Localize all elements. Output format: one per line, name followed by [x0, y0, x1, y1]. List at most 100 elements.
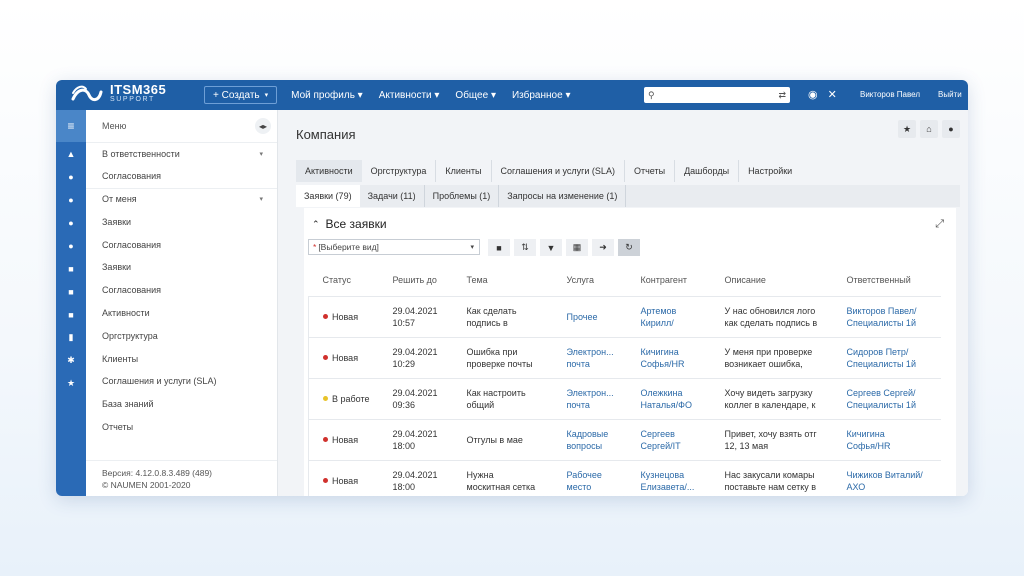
- users-icon[interactable]: ●: [56, 165, 86, 188]
- responsible-link[interactable]: Сидоров Петр/Специалисты 1й: [832, 336, 941, 378]
- column-header[interactable]: Описание: [711, 264, 833, 296]
- responsible-link[interactable]: Кичигина Софья/HR: [832, 418, 941, 460]
- side-menu-item[interactable]: Клиенты: [86, 347, 277, 370]
- logout-link[interactable]: Выйти: [938, 90, 962, 99]
- table-row[interactable]: Новая 29.04.2021 10:29 Ошибка при проверке п…: [308, 336, 941, 378]
- agent-link[interactable]: Сергеев Сергей/IT: [626, 418, 711, 460]
- agent-link[interactable]: Артемов Кирилл/: [626, 295, 711, 337]
- side-menu-item[interactable]: Отчеты: [86, 416, 277, 439]
- table-row[interactable]: Новая 29.04.2021 18:00 Отгулы в мае Кадровые…: [308, 418, 941, 460]
- tab-dashboards[interactable]: Дашборды: [675, 160, 740, 182]
- document-icon[interactable]: ■: [56, 280, 86, 303]
- eye-icon[interactable]: ◉: [808, 88, 818, 101]
- tab-clients[interactable]: Клиенты: [436, 160, 492, 182]
- tab-settings[interactable]: Настройки: [739, 160, 801, 182]
- menu-favorites[interactable]: Избранное ▾: [512, 90, 571, 101]
- main-content: Компания ★ ⌂ ● Активности Оргструктура К…: [278, 110, 968, 496]
- table-row[interactable]: Новая 29.04.2021 18:00 Нужна москитная сетка…: [308, 459, 941, 496]
- topic-cell[interactable]: Как настроить общий: [452, 377, 553, 419]
- tab-org-structure[interactable]: Оргструктура: [362, 160, 437, 182]
- column-header[interactable]: Услуга: [553, 264, 627, 296]
- side-menu-item[interactable]: Оргструктура: [86, 324, 277, 347]
- home-icon[interactable]: ⌂: [920, 120, 938, 138]
- expand-icon[interactable]: ⤢: [935, 218, 944, 231]
- document-icon[interactable]: ■: [56, 257, 86, 280]
- chevron-up-icon[interactable]: ⌃: [312, 219, 320, 230]
- topic-cell[interactable]: Как сделать подпись в: [452, 295, 553, 337]
- agent-link[interactable]: Кузнецова Елизавета/...: [626, 459, 711, 496]
- logo-title: ITSM365: [110, 82, 167, 97]
- menu-activities[interactable]: Активности ▾: [379, 90, 440, 101]
- table-row[interactable]: Новая 29.04.2021 10:57 Как сделать подпись в…: [308, 295, 941, 337]
- agent-link[interactable]: Олежкина Наталья/ФО: [626, 377, 711, 419]
- subtab-problems[interactable]: Проблемы (1): [425, 185, 500, 207]
- subtab-change-requests[interactable]: Запросы на изменение (1): [499, 185, 627, 207]
- create-button[interactable]: + Создать ▾: [204, 86, 278, 104]
- search-input[interactable]: [658, 90, 779, 100]
- filter-settings-icon[interactable]: ⇄: [778, 90, 786, 101]
- bulb-icon[interactable]: ●: [942, 120, 960, 138]
- star-icon[interactable]: ★: [898, 120, 916, 138]
- service-link[interactable]: Кадровые вопросы: [552, 418, 627, 460]
- menu-my-profile[interactable]: Мой профиль ▾: [291, 90, 363, 101]
- service-link[interactable]: Прочее: [552, 295, 627, 337]
- search-icon[interactable]: ⚲: [648, 90, 655, 101]
- user-icon[interactable]: ●: [56, 234, 86, 257]
- gear-icon[interactable]: ✱: [56, 349, 86, 372]
- user-icon[interactable]: ●: [56, 211, 86, 234]
- due-cell: 29.04.2021 09:36: [378, 377, 453, 419]
- filter-icon[interactable]: ▼: [540, 239, 562, 256]
- document-icon[interactable]: ■: [56, 303, 86, 326]
- org-icon[interactable]: ▲: [56, 142, 86, 165]
- column-header[interactable]: Решить до: [379, 264, 453, 296]
- side-menu-item[interactable]: Заявки: [86, 210, 277, 233]
- side-menu-item[interactable]: Согласования: [86, 233, 277, 256]
- column-header[interactable]: Ответственный: [833, 264, 941, 296]
- topic-cell[interactable]: Отгулы в мае: [452, 418, 553, 460]
- user-name[interactable]: Викторов Павел: [860, 90, 920, 99]
- chevron-down-icon: ▾: [259, 196, 263, 204]
- column-header[interactable]: Статус: [309, 264, 379, 296]
- topic-cell[interactable]: Нужна москитная сетка: [452, 459, 553, 496]
- star-icon[interactable]: ★: [56, 372, 86, 395]
- side-menu-item[interactable]: Заявки: [86, 256, 277, 279]
- side-menu-item[interactable]: Согласования: [86, 165, 277, 188]
- subtab-requests[interactable]: Заявки (79): [296, 185, 360, 207]
- tools-icon[interactable]: ✕: [828, 88, 837, 101]
- collapse-menu-icon[interactable]: ◂▸: [255, 118, 271, 134]
- side-menu-item[interactable]: Соглашения и услуги (SLA): [86, 370, 277, 393]
- service-link[interactable]: Электрон... почта: [552, 336, 627, 378]
- user-icon[interactable]: ●: [56, 188, 86, 211]
- responsible-link[interactable]: Викторов Павел/Специалисты 1й: [832, 295, 941, 337]
- service-link[interactable]: Рабочее место: [552, 459, 627, 496]
- side-menu-item[interactable]: Согласования: [86, 279, 277, 302]
- sort-icon[interactable]: ⇅: [514, 239, 536, 256]
- export-icon[interactable]: ➜: [592, 239, 614, 256]
- save-icon[interactable]: ■: [488, 239, 510, 256]
- column-header[interactable]: Контрагент: [627, 264, 711, 296]
- service-link[interactable]: Электрон... почта: [552, 377, 627, 419]
- menu-icon[interactable]: ≡: [56, 110, 86, 142]
- side-menu-item[interactable]: В ответственности ▾: [86, 142, 277, 165]
- column-header[interactable]: Тема: [453, 264, 553, 296]
- tab-sla[interactable]: Соглашения и услуги (SLA): [492, 160, 625, 182]
- menu-general[interactable]: Общее ▾: [455, 90, 496, 101]
- subtab-tasks[interactable]: Задачи (11): [360, 185, 425, 207]
- tab-reports[interactable]: Отчеты: [625, 160, 676, 182]
- chart-icon[interactable]: ▮: [56, 326, 86, 349]
- agent-link[interactable]: Кичигина Софья/HR: [626, 336, 711, 378]
- due-cell: 29.04.2021 10:29: [378, 336, 453, 378]
- topic-cell[interactable]: Ошибка при проверке почты: [452, 336, 553, 378]
- refresh-icon[interactable]: ↻: [618, 239, 640, 256]
- tab-activities[interactable]: Активности: [296, 160, 362, 182]
- panel-title[interactable]: ⌃ Все заявки: [312, 217, 387, 231]
- columns-icon[interactable]: ▦: [566, 239, 588, 256]
- table-row[interactable]: В работе 29.04.2021 09:36 Как настроить общи…: [308, 377, 941, 419]
- side-menu-item[interactable]: От меня ▾: [86, 187, 277, 211]
- responsible-link[interactable]: Чижиков Виталий/АХО: [832, 459, 941, 496]
- responsible-link[interactable]: Сергеев Сергей/Специалисты 1й: [832, 377, 941, 419]
- side-menu-item[interactable]: База знаний: [86, 393, 277, 416]
- view-select[interactable]: * [Выберите вид] ▾: [308, 239, 480, 255]
- logo[interactable]: ITSM365 SUPPORT: [56, 82, 196, 106]
- side-menu-item[interactable]: Активности: [86, 302, 277, 325]
